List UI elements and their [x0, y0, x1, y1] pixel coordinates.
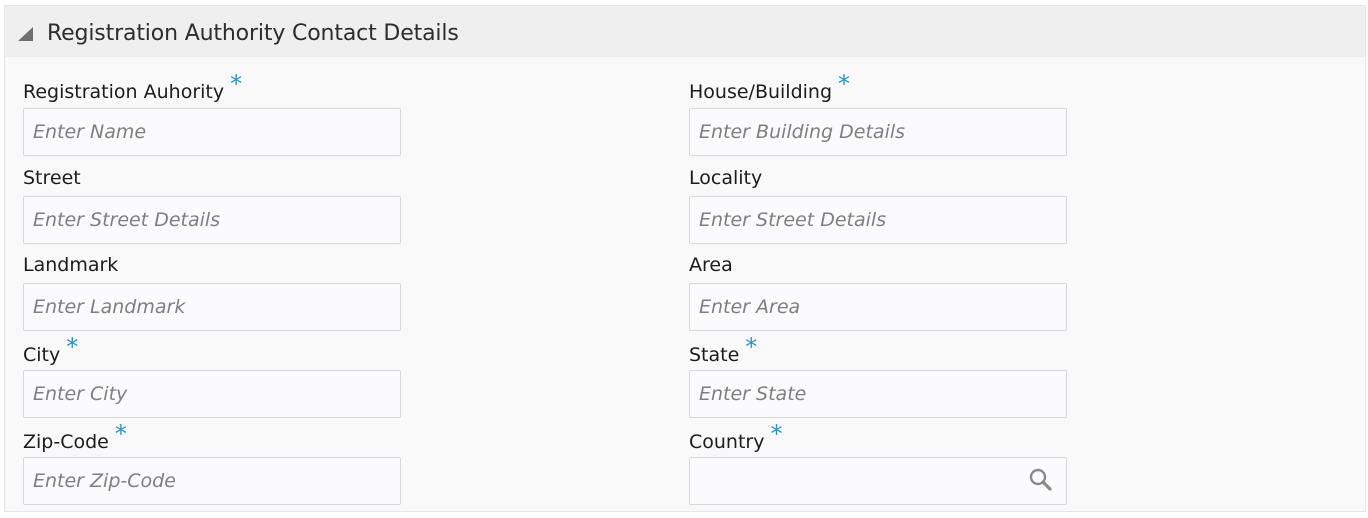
city-label: City *	[23, 335, 78, 367]
area-input[interactable]	[689, 283, 1067, 331]
house-building-label: House/Building *	[689, 72, 850, 104]
city-label-text: City	[23, 344, 61, 366]
landmark-label: Landmark	[23, 253, 118, 277]
country-search-icon[interactable]	[1027, 467, 1055, 495]
street-label: Street	[23, 166, 81, 190]
zip-code-input[interactable]	[23, 457, 401, 505]
registration-authority-input[interactable]	[23, 108, 401, 156]
house-building-label-text: House/Building	[689, 81, 833, 103]
street-input[interactable]	[23, 196, 401, 244]
required-star: *	[114, 420, 127, 448]
locality-input[interactable]	[689, 196, 1067, 244]
area-label: Area	[689, 253, 733, 277]
area-label-text: Area	[689, 254, 733, 276]
city-input[interactable]	[23, 370, 401, 418]
required-star: *	[745, 333, 758, 361]
required-star: *	[770, 420, 783, 448]
landmark-input[interactable]	[23, 283, 401, 331]
street-label-text: Street	[23, 167, 81, 189]
locality-label-text: Locality	[689, 167, 763, 189]
zip-code-label: Zip-Code *	[23, 422, 127, 454]
state-label: State *	[689, 335, 757, 367]
panel-title: Registration Authority Contact Details	[47, 21, 459, 46]
landmark-label-text: Landmark	[23, 254, 119, 276]
house-building-input[interactable]	[689, 108, 1067, 156]
panel-header[interactable]: Registration Authority Contact Details	[5, 6, 1365, 57]
required-star: *	[66, 333, 79, 361]
country-input[interactable]	[689, 457, 1067, 505]
zip-code-label-text: Zip-Code	[23, 431, 109, 453]
collapse-triangle-icon[interactable]	[18, 27, 33, 41]
state-label-text: State	[689, 344, 740, 366]
state-input[interactable]	[689, 370, 1067, 418]
required-star: *	[230, 70, 243, 98]
country-label-text: Country	[689, 431, 765, 453]
required-star: *	[838, 70, 851, 98]
registration-authority-label-text: Registration Auhority	[23, 81, 225, 103]
registration-authority-label: Registration Auhority *	[23, 72, 242, 104]
locality-label: Locality	[689, 166, 762, 190]
country-label: Country *	[689, 422, 782, 454]
